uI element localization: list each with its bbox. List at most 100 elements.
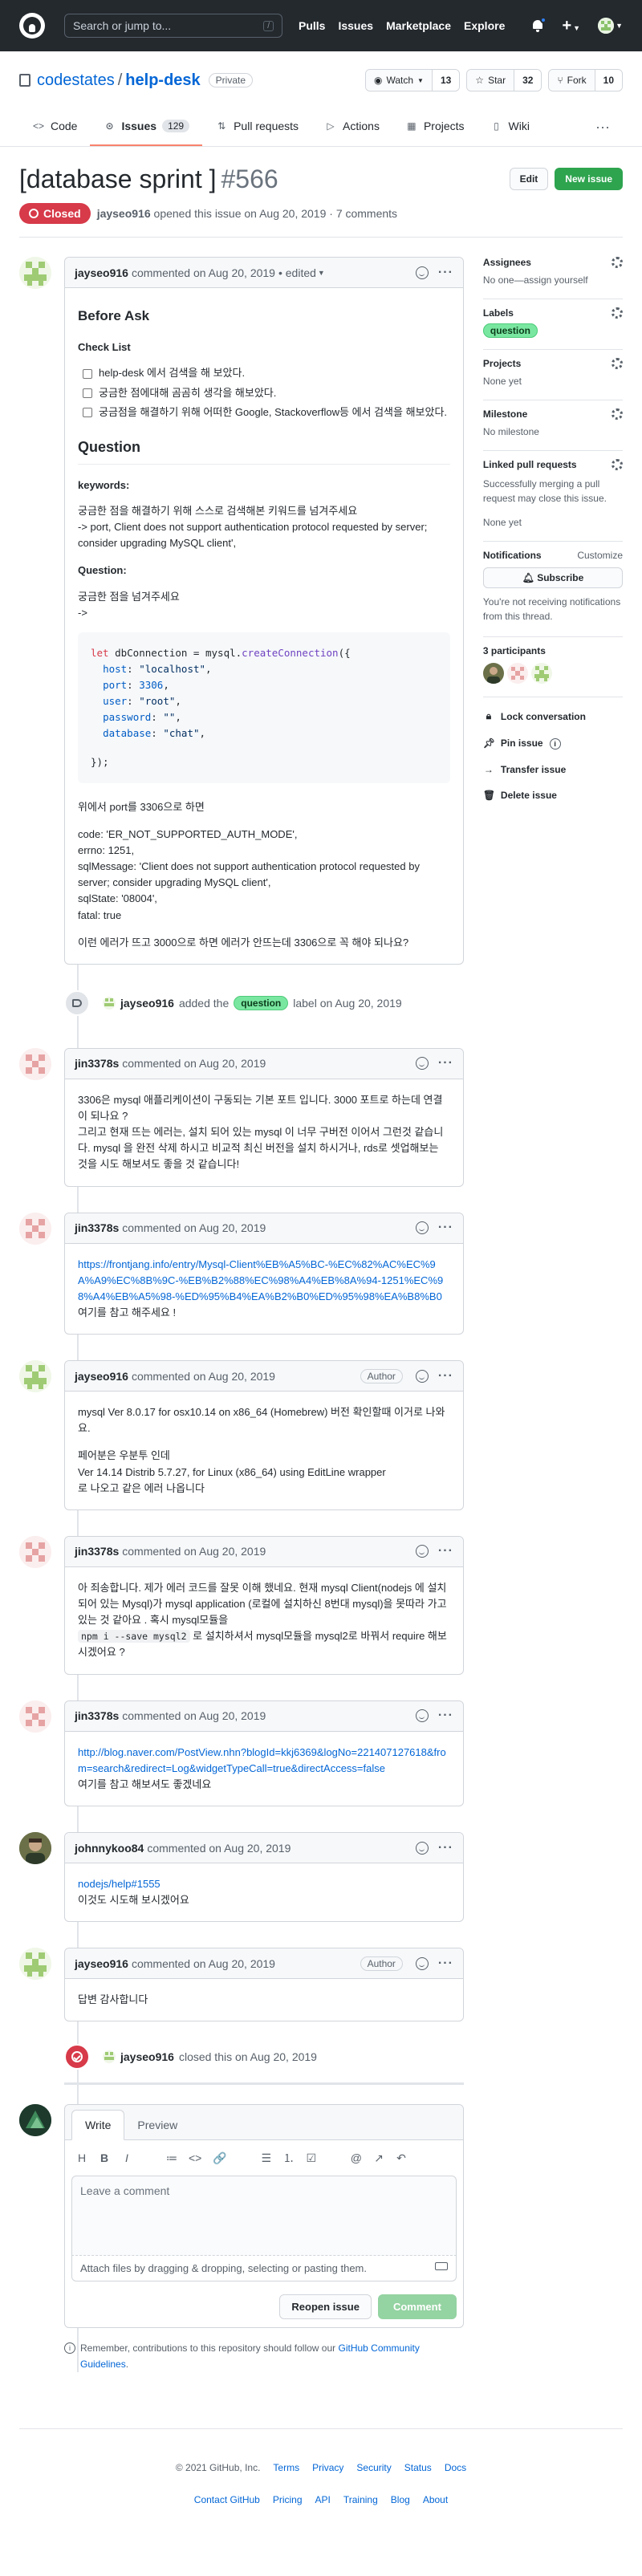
tab-issues[interactable]: ⊙ Issues 129 [90, 108, 203, 146]
reopen-issue-button[interactable]: Reopen issue [279, 2294, 372, 2320]
label-question[interactable]: question [482, 323, 538, 338]
gear-icon[interactable] [612, 307, 623, 319]
avatar[interactable] [19, 1360, 51, 1393]
avatar[interactable] [103, 996, 116, 1010]
add-reaction-icon[interactable] [415, 266, 429, 279]
avatar[interactable] [19, 1047, 51, 1080]
comment-button[interactable]: Comment [377, 2294, 457, 2320]
footer-link-training[interactable]: Training [343, 2490, 378, 2509]
transfer-issue-button[interactable]: → Transfer issue [483, 764, 623, 775]
footer-link-privacy[interactable]: Privacy [312, 2458, 343, 2477]
avatar[interactable] [19, 1700, 51, 1733]
comment-author[interactable]: jayseo916 [75, 1957, 128, 1970]
comment-author[interactable]: jin3378s [75, 1057, 119, 1070]
repo-name-link[interactable]: help-desk [125, 71, 200, 89]
add-reaction-icon[interactable] [415, 1369, 429, 1383]
footer-link-contact[interactable]: Contact GitHub [194, 2490, 260, 2509]
comment-author[interactable]: jin3378s [75, 1709, 119, 1722]
add-reaction-icon[interactable] [415, 1841, 429, 1855]
comment-options-icon[interactable]: ··· [438, 1221, 453, 1235]
github-logo-icon[interactable] [19, 13, 45, 39]
comment-author[interactable]: jin3378s [75, 1545, 119, 1558]
unordered-list-icon[interactable]: ☰ [261, 2151, 272, 2165]
comment-timestamp[interactable]: commented on Aug 20, 2019 [147, 1842, 291, 1855]
reference-link[interactable]: http://blog.naver.com/PostView.nhn?blogI… [78, 1746, 446, 1774]
avatar[interactable] [19, 1948, 51, 1981]
avatar[interactable] [19, 1212, 51, 1245]
customize-link[interactable]: Customize [577, 550, 623, 561]
footer-link-terms[interactable]: Terms [273, 2458, 299, 2477]
tab-pull-requests[interactable]: ⇅ Pull requests [202, 108, 311, 146]
pin-issue-button[interactable]: 📌︎ Pin issue i [483, 737, 623, 750]
create-new-menu[interactable]: + ▼ [562, 17, 580, 35]
tab-preview[interactable]: Preview [124, 2111, 190, 2139]
italic-icon[interactable]: I [121, 2151, 132, 2164]
cross-reference-icon[interactable]: ↗ [373, 2151, 384, 2165]
footer-link-status[interactable]: Status [404, 2458, 432, 2477]
tab-actions[interactable]: ▷ Actions [311, 108, 392, 146]
add-reaction-icon[interactable] [415, 1545, 429, 1558]
watch-count[interactable]: 13 [432, 70, 460, 91]
nav-marketplace[interactable]: Marketplace [386, 19, 451, 32]
tab-write[interactable]: Write [71, 2110, 125, 2141]
add-reaction-icon[interactable] [415, 1057, 429, 1071]
file-attach-area[interactable]: Attach files by dragging & dropping, sel… [71, 2256, 457, 2282]
gear-icon[interactable] [612, 257, 623, 268]
footer-link-api[interactable]: API [315, 2490, 331, 2509]
comment-options-icon[interactable]: ··· [438, 1709, 453, 1723]
reference-link[interactable]: https://frontjang.info/entry/Mysql-Clien… [78, 1258, 443, 1302]
comment-timestamp[interactable]: commented on Aug 20, 2019 [122, 1545, 266, 1558]
link-icon[interactable]: 🔗 [213, 2151, 226, 2165]
avatar[interactable] [103, 2050, 116, 2064]
avatar[interactable] [19, 257, 51, 289]
gear-icon[interactable] [612, 358, 623, 369]
bold-icon[interactable]: B [99, 2151, 110, 2164]
code-icon[interactable]: <> [189, 2151, 201, 2164]
new-issue-button[interactable]: New issue [555, 168, 623, 190]
checkbox[interactable] [83, 368, 92, 379]
comment-author[interactable]: johnnykoo84 [75, 1842, 144, 1855]
participant-avatar[interactable] [506, 663, 528, 684]
footer-link-blog[interactable]: Blog [391, 2490, 410, 2509]
tab-projects[interactable]: ▦ Projects [392, 108, 477, 146]
comment-author[interactable]: jayseo916 [75, 266, 128, 279]
more-tabs-icon[interactable]: ··· [583, 108, 623, 146]
star-count[interactable]: 32 [514, 70, 542, 91]
avatar[interactable] [19, 1832, 51, 1864]
comment-timestamp[interactable]: commented on Aug 20, 2019 [132, 1957, 275, 1970]
add-reaction-icon[interactable] [415, 1709, 429, 1723]
search-input[interactable]: Search or jump to... / [64, 14, 282, 38]
issue-author-link[interactable]: jayseo916 [97, 207, 151, 220]
comment-timestamp[interactable]: commented on Aug 20, 2019 [132, 1370, 275, 1383]
comment-options-icon[interactable]: ··· [438, 266, 453, 280]
delete-issue-button[interactable]: 🗑︎ Delete issue [483, 790, 623, 801]
event-actor[interactable]: jayseo916 [120, 997, 174, 1010]
comment-timestamp[interactable]: commented on Aug 20, 2019 [132, 266, 275, 279]
assign-yourself-link[interactable]: No one—assign yourself [483, 274, 623, 286]
avatar[interactable] [19, 1535, 51, 1568]
mention-icon[interactable]: @ [351, 2151, 362, 2164]
quote-icon[interactable]: ≔ [166, 2151, 177, 2165]
nav-pulls[interactable]: Pulls [299, 19, 325, 32]
nav-explore[interactable]: Explore [464, 19, 505, 32]
participant-avatar[interactable] [530, 663, 552, 684]
task-list-icon[interactable]: ☑ [306, 2151, 317, 2165]
comment-timestamp[interactable]: commented on Aug 20, 2019 [122, 1221, 266, 1234]
heading-icon[interactable]: H [76, 2151, 87, 2164]
watch-button[interactable]: ◉ Watch ▼ 13 [364, 69, 461, 91]
lock-conversation-button[interactable]: 🔒︎ Lock conversation [483, 710, 623, 722]
checkbox[interactable] [83, 407, 92, 417]
gear-icon[interactable] [612, 459, 623, 470]
comment-author[interactable]: jayseo916 [75, 1370, 128, 1383]
saved-reply-icon[interactable]: ↶ [396, 2151, 407, 2165]
ordered-list-icon[interactable]: ⒈ [283, 2150, 295, 2166]
checkbox[interactable] [83, 388, 92, 398]
avatar[interactable] [19, 2104, 51, 2137]
comment-options-icon[interactable]: ··· [438, 1956, 453, 1971]
footer-link-pricing[interactable]: Pricing [273, 2490, 303, 2509]
repo-owner-link[interactable]: codestates [37, 71, 115, 89]
comment-textarea[interactable]: Leave a comment [71, 2176, 457, 2257]
tab-code[interactable]: <> Code [19, 108, 90, 146]
comment-options-icon[interactable]: ··· [438, 1056, 453, 1071]
add-reaction-icon[interactable] [415, 1221, 429, 1235]
